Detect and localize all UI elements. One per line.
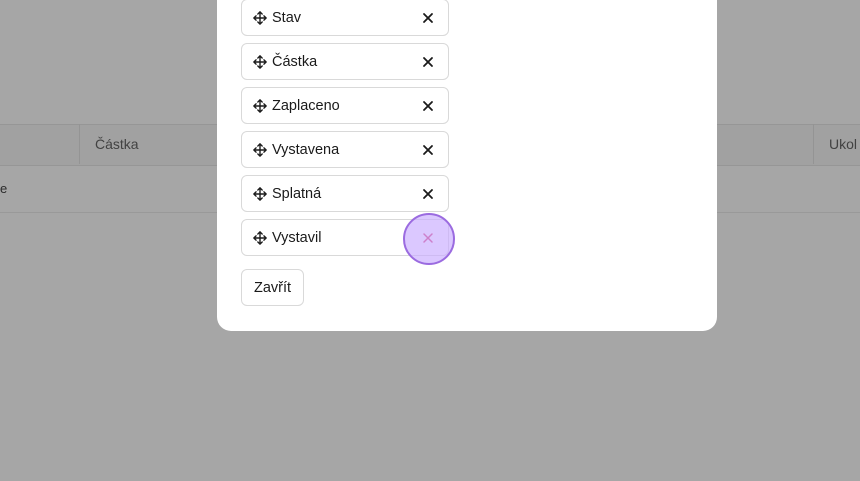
column-item-castka[interactable]: Částka [241,43,449,80]
drag-handle-icon[interactable] [253,11,267,25]
remove-column-button[interactable] [416,7,440,29]
close-icon [423,233,433,243]
column-label: Stav [272,9,302,26]
column-label: Vystavil [272,229,322,246]
close-icon [423,57,433,67]
column-label: Vystavena [272,141,340,158]
close-button[interactable]: Zavřít [241,269,305,306]
column-item-splatna[interactable]: Splatná [241,175,449,212]
drag-handle-icon[interactable] [253,99,267,113]
close-icon [423,145,433,155]
drag-handle-icon[interactable] [253,143,267,157]
close-icon [423,189,433,199]
drag-handle-icon[interactable] [253,187,267,201]
column-item-stav[interactable]: Stav [241,0,449,36]
drag-handle-icon[interactable] [253,55,267,69]
column-settings-modal: Stav Částka Zaplaceno Vystavena Splatná … [217,0,717,331]
close-icon [423,13,433,23]
drag-handle-icon[interactable] [253,231,267,245]
column-item-zaplaceno[interactable]: Zaplaceno [241,87,449,124]
remove-column-button[interactable] [416,227,440,249]
column-label: Částka [272,53,318,70]
remove-column-button[interactable] [416,183,440,205]
column-item-vystavil[interactable]: Vystavil [241,219,449,256]
remove-column-button[interactable] [416,139,440,161]
remove-column-button[interactable] [416,95,440,117]
column-item-vystavena[interactable]: Vystavena [241,131,449,168]
column-label: Zaplaceno [272,97,340,114]
close-icon [423,101,433,111]
column-label: Splatná [272,185,322,202]
remove-column-button[interactable] [416,51,440,73]
